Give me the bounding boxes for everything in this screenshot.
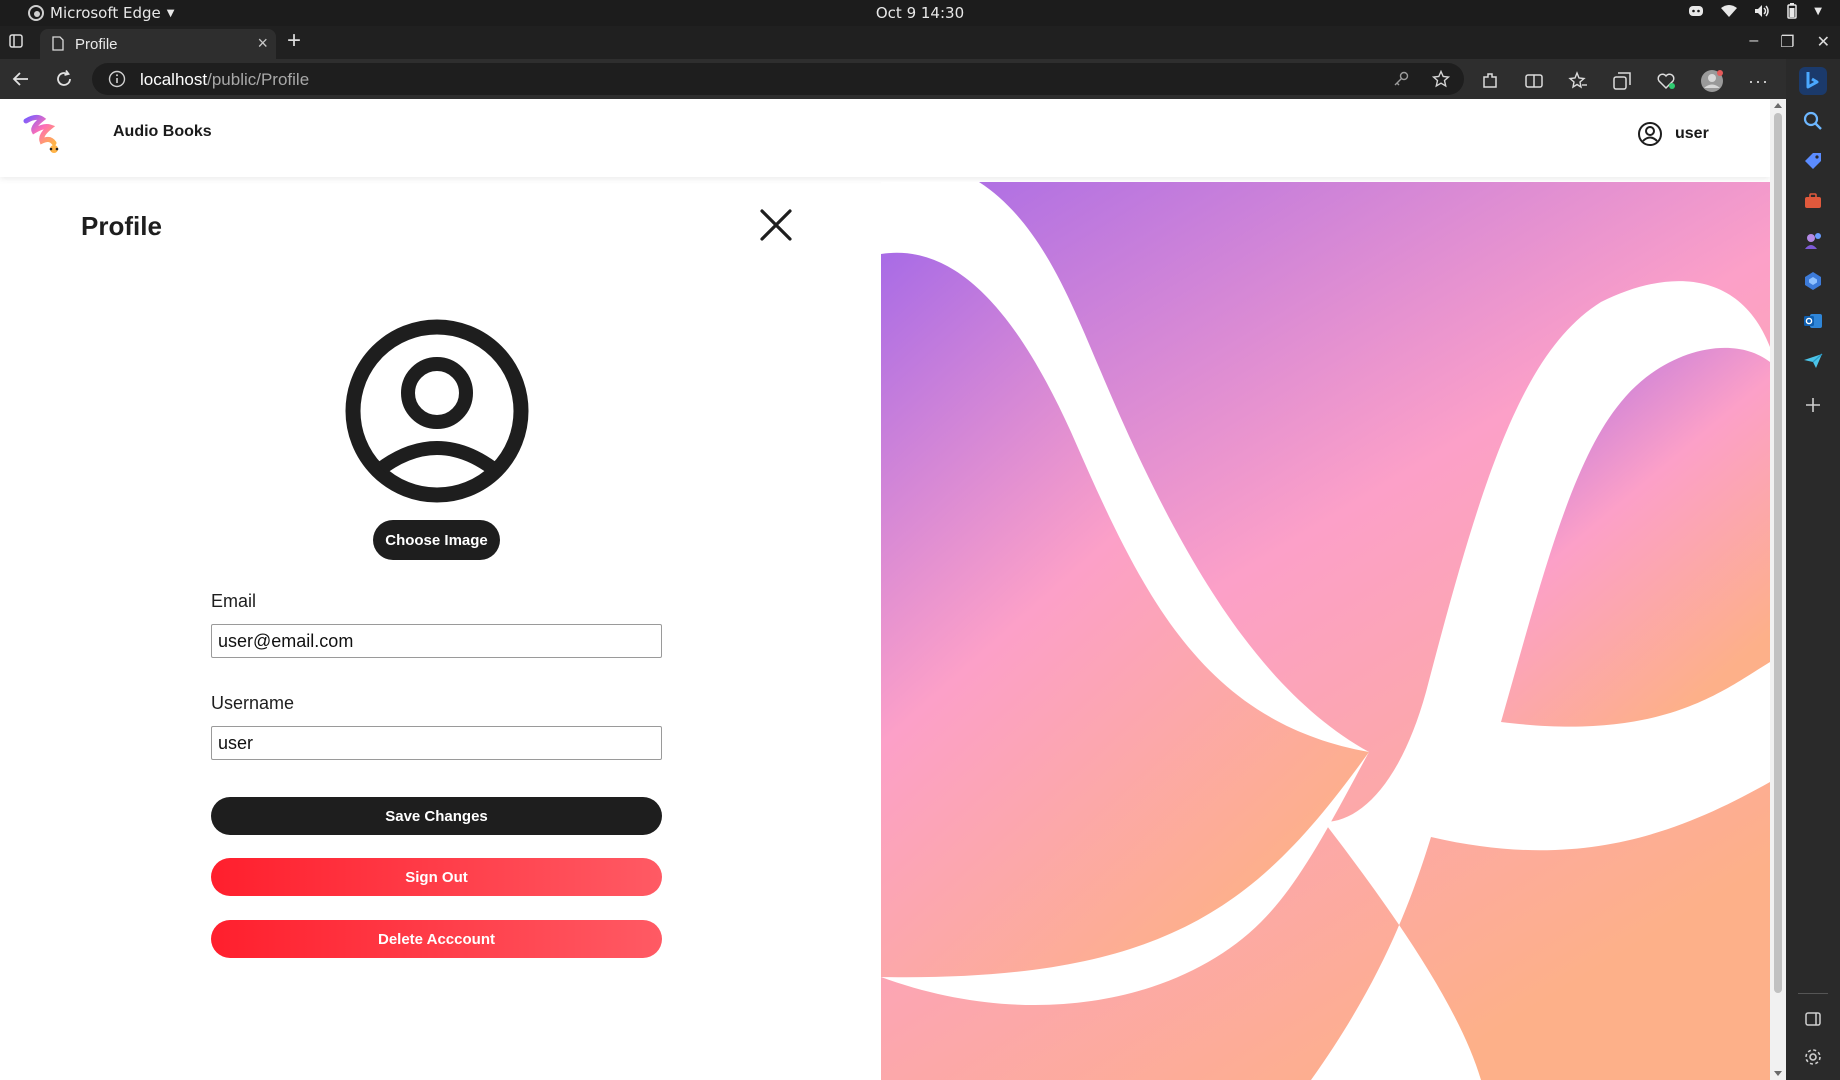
email-field[interactable] bbox=[211, 624, 662, 658]
favorite-star-icon[interactable] bbox=[1432, 70, 1450, 88]
shopping-tag-icon[interactable] bbox=[1803, 151, 1823, 171]
more-options-icon[interactable]: ··· bbox=[1748, 71, 1769, 92]
tab-title: Profile bbox=[75, 36, 118, 53]
username-field[interactable] bbox=[211, 726, 662, 760]
wifi-icon bbox=[1721, 5, 1738, 17]
page-icon bbox=[52, 36, 64, 51]
edge-sidebar bbox=[1786, 59, 1840, 1080]
os-top-bar: Microsoft Edge ▼ Oct 9 14:30 ▼ bbox=[0, 0, 1840, 26]
page-title: Profile bbox=[81, 211, 162, 241]
back-arrow-icon[interactable] bbox=[11, 69, 31, 89]
new-tab-icon[interactable]: + bbox=[287, 29, 301, 53]
send-icon[interactable] bbox=[1803, 351, 1823, 371]
hide-sidebar-icon[interactable] bbox=[1803, 1009, 1823, 1029]
delete-account-button[interactable]: Delete Acccount bbox=[211, 920, 662, 958]
page-viewport: Audio Books user Profile Choose Image Em… bbox=[0, 99, 1770, 1080]
close-tab-icon[interactable]: × bbox=[257, 33, 268, 54]
bing-copilot-icon[interactable] bbox=[1799, 67, 1827, 95]
decorative-gradient-art bbox=[881, 182, 1770, 1080]
user-circle-icon bbox=[1638, 122, 1662, 146]
collections-icon[interactable] bbox=[1612, 71, 1632, 91]
tab-actions-icon[interactable] bbox=[9, 34, 23, 48]
url-text: localhost/public/Profile bbox=[140, 70, 309, 90]
url-path: /public/Profile bbox=[207, 70, 310, 89]
sign-out-button[interactable]: Sign Out bbox=[211, 858, 662, 896]
volume-icon bbox=[1755, 5, 1770, 17]
close-icon[interactable] bbox=[758, 207, 794, 243]
user-name: user bbox=[1675, 125, 1709, 142]
os-clock[interactable]: Oct 9 14:30 bbox=[0, 4, 1840, 22]
scroll-down-icon[interactable] bbox=[1774, 1071, 1782, 1076]
search-icon[interactable] bbox=[1803, 111, 1823, 131]
outlook-icon[interactable] bbox=[1803, 311, 1823, 331]
tab-strip: Profile × + – ❐ ✕ bbox=[0, 26, 1840, 59]
url-bar[interactable]: localhost/public/Profile bbox=[92, 63, 1464, 95]
refresh-icon[interactable] bbox=[54, 69, 74, 89]
caret-down-icon: ▼ bbox=[1814, 5, 1822, 17]
window-controls: – ❐ ✕ bbox=[1749, 32, 1830, 52]
key-icon[interactable] bbox=[1392, 70, 1410, 88]
os-tray[interactable]: ▼ bbox=[1688, 3, 1822, 19]
app-title[interactable]: Audio Books bbox=[113, 123, 212, 141]
browser-toolbar: ··· bbox=[1480, 69, 1769, 93]
settings-gear-icon[interactable] bbox=[1803, 1047, 1823, 1067]
add-icon[interactable] bbox=[1803, 395, 1823, 415]
discord-icon bbox=[1689, 6, 1704, 16]
url-actions bbox=[1392, 70, 1450, 88]
split-screen-icon[interactable] bbox=[1524, 71, 1544, 91]
tab-profile[interactable]: Profile × bbox=[40, 29, 276, 59]
microsoft-365-icon[interactable] bbox=[1803, 271, 1823, 291]
save-changes-button[interactable]: Save Changes bbox=[211, 797, 662, 835]
page-scrollbar[interactable] bbox=[1770, 99, 1786, 1080]
scroll-up-icon[interactable] bbox=[1774, 103, 1782, 108]
profile-avatar-icon[interactable] bbox=[1700, 69, 1724, 93]
close-window-icon[interactable]: ✕ bbox=[1817, 32, 1830, 52]
address-bar-row: localhost/public/Profile ··· bbox=[0, 59, 1840, 99]
restore-icon[interactable]: ❐ bbox=[1780, 32, 1794, 52]
url-host: localhost bbox=[140, 70, 208, 89]
games-icon[interactable] bbox=[1803, 231, 1823, 251]
minimize-icon[interactable]: – bbox=[1749, 32, 1758, 52]
sidebar-divider bbox=[1798, 993, 1828, 994]
avatar bbox=[345, 319, 529, 503]
app-header: Audio Books user bbox=[0, 99, 1770, 177]
username-label: Username bbox=[211, 693, 295, 713]
app-logo-icon[interactable] bbox=[22, 113, 68, 159]
battery-icon bbox=[1787, 3, 1798, 19]
choose-image-button[interactable]: Choose Image bbox=[373, 520, 500, 560]
email-label: Email bbox=[211, 591, 257, 611]
extensions-icon[interactable] bbox=[1480, 71, 1500, 91]
user-menu[interactable]: user bbox=[1637, 121, 1709, 147]
favorites-icon[interactable] bbox=[1568, 71, 1588, 91]
site-info-icon[interactable] bbox=[108, 70, 126, 88]
tools-icon[interactable] bbox=[1803, 191, 1823, 211]
browser-essentials-icon[interactable] bbox=[1656, 71, 1676, 91]
scroll-thumb[interactable] bbox=[1774, 113, 1782, 993]
